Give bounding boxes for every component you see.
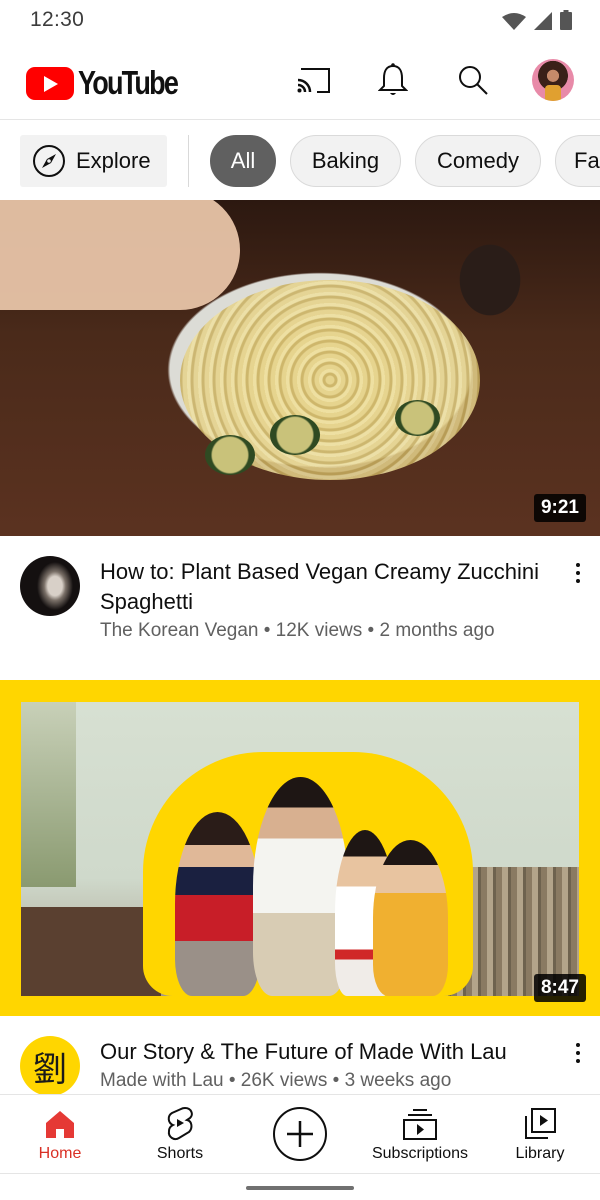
nav-label-subscriptions: Subscriptions bbox=[371, 1145, 469, 1162]
battery-icon bbox=[560, 10, 572, 30]
kebab-dot bbox=[576, 1043, 580, 1047]
notifications-button[interactable] bbox=[373, 60, 413, 100]
search-icon bbox=[459, 66, 488, 95]
kebab-dot bbox=[576, 579, 580, 583]
video-duration: 8:47 bbox=[533, 974, 586, 1002]
channel-avatar[interactable] bbox=[20, 556, 80, 616]
app-header: YouTube bbox=[0, 40, 600, 120]
create-button[interactable] bbox=[273, 1107, 327, 1161]
thumbnail-person bbox=[175, 812, 260, 996]
nav-label-home: Home bbox=[38, 1145, 82, 1162]
status-time: 12:30 bbox=[30, 8, 85, 31]
video-title[interactable]: How to: Plant Based Vegan Creamy Zucchin… bbox=[100, 557, 540, 617]
kebab-dot bbox=[576, 563, 580, 567]
thumbnail-photo bbox=[21, 702, 579, 996]
explore-button[interactable]: Explore bbox=[20, 135, 167, 187]
thumbnail-zucchini bbox=[270, 415, 320, 455]
video-title[interactable]: Our Story & The Future of Made With Lau bbox=[100, 1037, 560, 1067]
status-bar: 12:30 bbox=[0, 0, 600, 40]
kebab-dot bbox=[576, 571, 580, 575]
chip-fa[interactable]: Fa bbox=[555, 135, 600, 187]
video-subtitle: The Korean Vegan • 12K views • 2 months … bbox=[100, 620, 495, 641]
youtube-logo[interactable]: YouTube bbox=[26, 64, 199, 102]
compass-icon bbox=[33, 145, 65, 177]
kebab-dot bbox=[576, 1051, 580, 1055]
filter-chips-bar: Explore All Baking Comedy Fa bbox=[0, 121, 600, 199]
nav-label-library: Library bbox=[515, 1145, 565, 1162]
thumbnail-table bbox=[21, 907, 161, 996]
subscriptions-icon bbox=[403, 1109, 437, 1140]
chip-all[interactable]: All bbox=[210, 135, 276, 187]
create-icon bbox=[287, 1121, 313, 1147]
video-thumbnail[interactable]: 9:21 bbox=[0, 200, 600, 536]
video-meta[interactable]: How to: Plant Based Vegan Creamy Zucchin… bbox=[0, 536, 600, 680]
video-thumbnail[interactable]: 8:47 bbox=[0, 680, 600, 1016]
video-meta[interactable]: 劉 Our Story & The Future of Made With La… bbox=[0, 1016, 600, 1094]
nav-shorts[interactable]: Shorts bbox=[120, 1095, 240, 1175]
chip-baking[interactable]: Baking bbox=[290, 135, 401, 187]
cast-icon bbox=[297, 68, 330, 93]
status-icons bbox=[502, 10, 572, 30]
library-icon bbox=[525, 1108, 556, 1139]
thumbnail-person bbox=[253, 777, 348, 996]
search-button[interactable] bbox=[453, 60, 493, 100]
nav-home[interactable]: Home bbox=[0, 1095, 120, 1175]
notifications-icon bbox=[378, 63, 408, 95]
home-icon bbox=[46, 1111, 74, 1138]
youtube-logo-text: YouTube bbox=[78, 64, 179, 101]
nav-subscriptions[interactable]: Subscriptions bbox=[360, 1095, 480, 1175]
kebab-dot bbox=[576, 1059, 580, 1063]
thumbnail-window bbox=[21, 702, 76, 887]
explore-label: Explore bbox=[76, 148, 151, 173]
bottom-navigation: Home Shorts Subscriptions Library bbox=[0, 1094, 600, 1174]
cell-signal-icon bbox=[534, 12, 552, 30]
thumbnail-zucchini bbox=[395, 400, 440, 436]
video-subtitle: Made with Lau • 26K views • 3 weeks ago bbox=[100, 1070, 452, 1091]
thumbnail-zucchini bbox=[205, 435, 255, 475]
wifi-icon bbox=[502, 13, 526, 30]
nav-library[interactable]: Library bbox=[480, 1095, 600, 1175]
gesture-handle[interactable] bbox=[246, 1186, 354, 1190]
channel-avatar[interactable]: 劉 bbox=[20, 1036, 80, 1094]
more-options-button[interactable] bbox=[570, 1038, 586, 1068]
chip-divider bbox=[188, 135, 189, 187]
shorts-icon bbox=[167, 1106, 193, 1141]
chip-comedy[interactable]: Comedy bbox=[415, 135, 541, 187]
nav-label-shorts: Shorts bbox=[156, 1145, 204, 1162]
account-avatar[interactable] bbox=[532, 59, 574, 101]
thumbnail-hand bbox=[0, 200, 240, 310]
thumbnail-family bbox=[143, 752, 473, 996]
video-duration: 9:21 bbox=[533, 494, 586, 522]
more-options-button[interactable] bbox=[570, 558, 586, 588]
youtube-play-icon bbox=[26, 66, 74, 100]
thumbnail-person bbox=[373, 840, 448, 996]
cast-button[interactable] bbox=[293, 60, 333, 100]
